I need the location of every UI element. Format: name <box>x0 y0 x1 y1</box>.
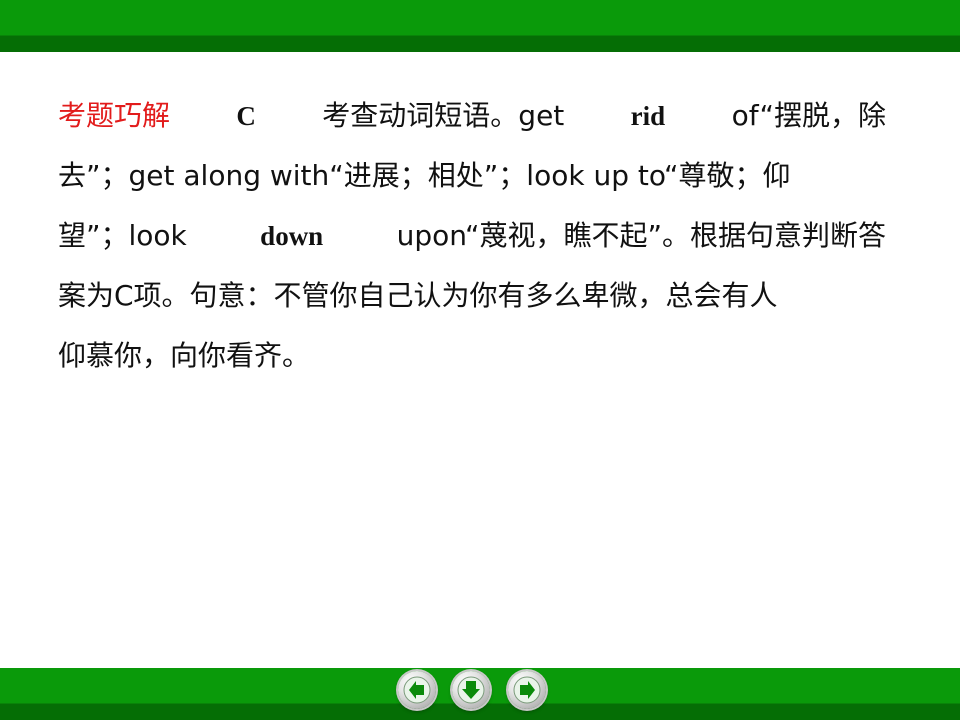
text-line-1: 考题巧解 C 考查动词短语。get rid of“摆脱，除 <box>58 86 886 146</box>
next-slide-button[interactable] <box>508 671 546 709</box>
arrow-right-icon <box>513 676 541 704</box>
heading-label: 考题巧解 <box>58 99 171 132</box>
text-segment: 望”；look <box>58 219 187 252</box>
slide-navigation <box>396 667 556 715</box>
explanation-text: 考题巧解 C 考查动词短语。get rid of“摆脱，除 去”；get alo… <box>58 86 886 386</box>
down-slide-button[interactable] <box>452 671 490 709</box>
answer-letter: C <box>236 101 256 131</box>
text-line-2: 去”；get along with“进展；相处”；look up to“尊敬；仰 <box>58 146 886 206</box>
text-segment: of“摆脱，除 <box>731 99 886 132</box>
arrow-left-icon <box>403 676 431 704</box>
previous-slide-button[interactable] <box>398 671 436 709</box>
top-green-bar <box>0 0 960 52</box>
text-segment: 去”；get along with“进展；相处”；look up to“尊敬；仰 <box>58 159 791 192</box>
text-line-3: 望”；look down upon“蔑视，瞧不起”。根据句意判断答 <box>58 206 886 266</box>
text-segment: down <box>260 221 324 251</box>
text-segment: upon“蔑视，瞧不起”。根据句意判断答 <box>396 219 886 252</box>
text-segment: rid <box>630 101 666 131</box>
text-line-4: 案为C项。句意：不管你自己认为你有多么卑微，总会有人 <box>58 279 778 312</box>
text-segment: 考查动词短语。get <box>322 99 565 132</box>
text-line-5: 仰慕你，向你看齐。 <box>58 339 311 372</box>
arrow-down-icon <box>457 676 485 704</box>
